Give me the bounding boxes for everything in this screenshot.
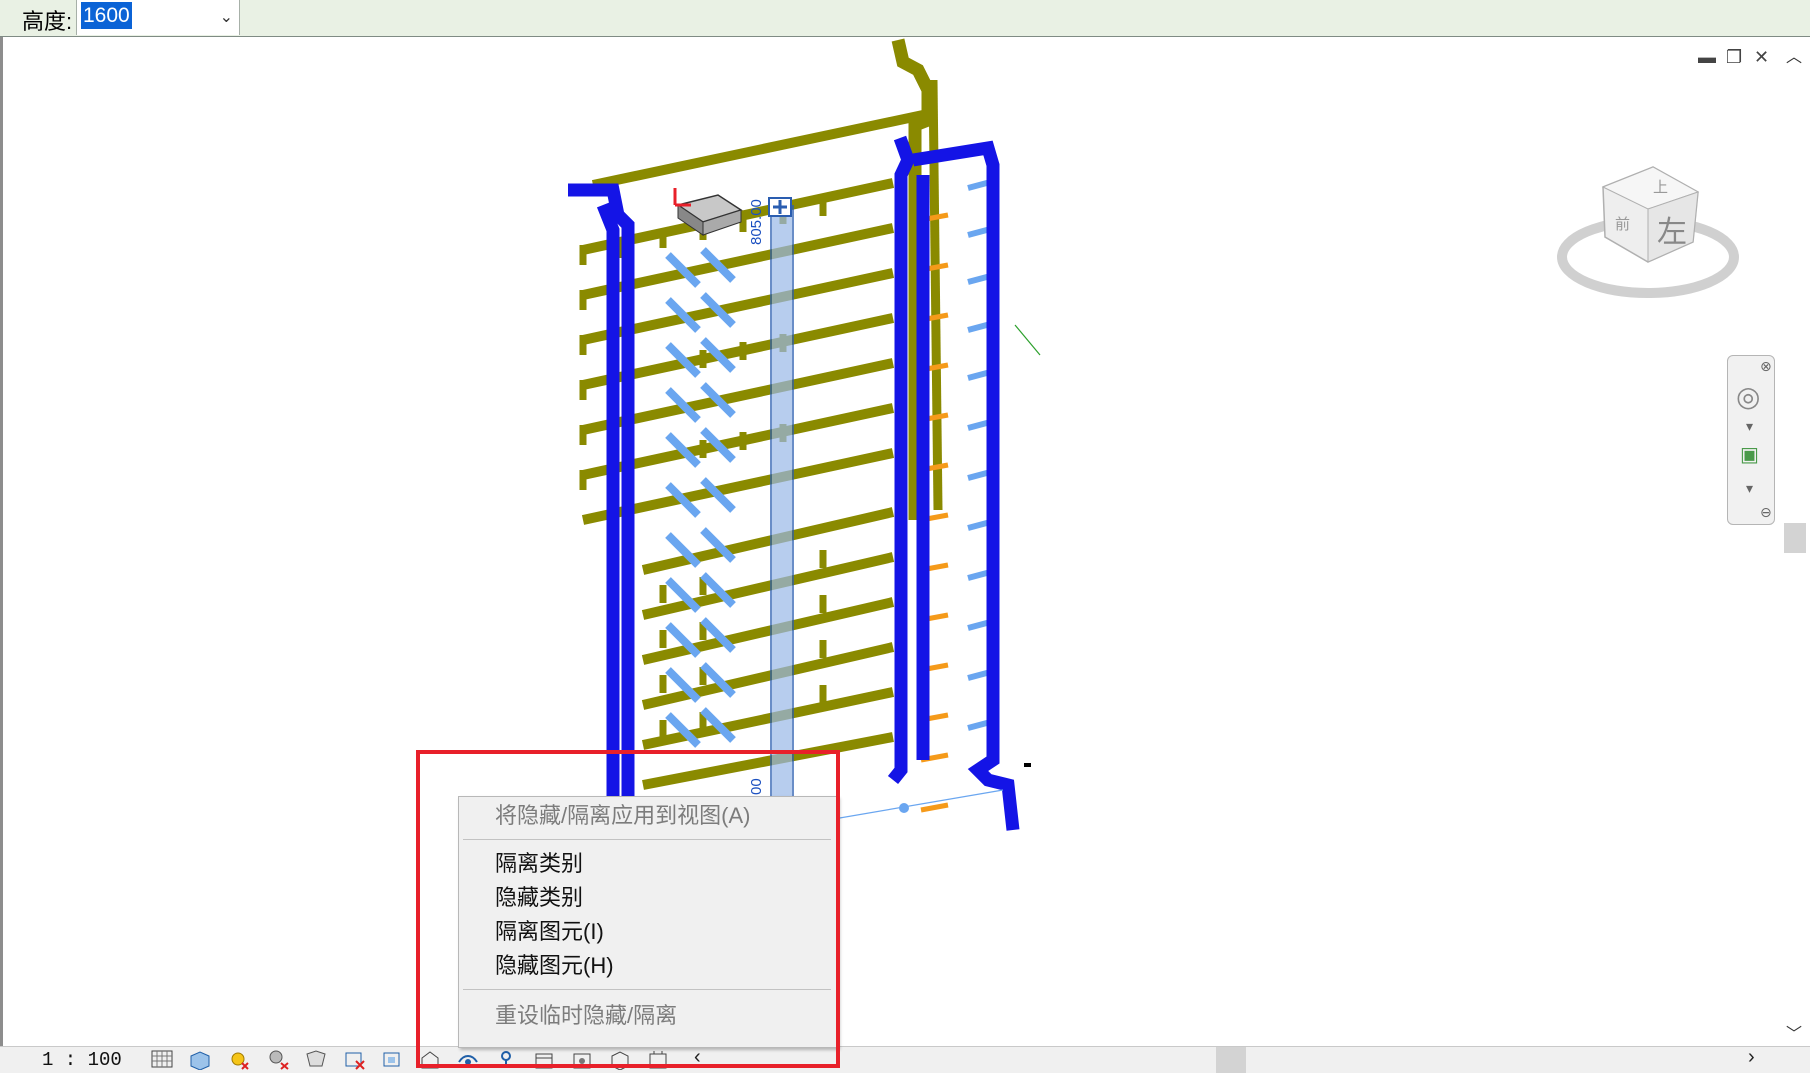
scroll-down-icon[interactable]: ﹀	[1786, 1020, 1802, 1044]
restore-icon[interactable]: ❐	[1726, 47, 1742, 67]
render-icon[interactable]	[304, 1048, 328, 1070]
viewcube-top-face: 上	[1653, 179, 1668, 196]
vertical-scrollbar[interactable]: ︿ ﹀	[1778, 37, 1810, 1046]
3d-view-canvas[interactable]: 805.00 00 ▬ ❐ ✕ 上 前 左 ⊗ ◎ ▾ ▣ ▾ ⊖	[0, 37, 1810, 1046]
detail-level-icon[interactable]	[150, 1048, 174, 1070]
pipe-model[interactable]: 805.00 00	[3, 37, 1810, 1046]
navigation-bar[interactable]: ⊗ ◎ ▾ ▣ ▾ ⊖	[1727, 355, 1775, 525]
horizontal-scrollbar-thumb[interactable]	[1216, 1047, 1246, 1073]
close-icon[interactable]: ✕	[1754, 47, 1769, 67]
height-value[interactable]: 1600	[81, 2, 132, 29]
scroll-right-icon[interactable]: ›	[1748, 1046, 1755, 1069]
chevron-down-icon[interactable]: ▾	[1746, 418, 1753, 435]
height-label: 高度:	[22, 9, 73, 34]
sun-path-icon[interactable]	[226, 1048, 250, 1070]
chevron-down-icon[interactable]: ⌄	[220, 7, 233, 27]
selected-pipe	[770, 205, 794, 807]
dimension-grip	[899, 803, 909, 813]
minimize-icon[interactable]: ▬	[1698, 47, 1716, 67]
view-control-bar: 1 : 100 ‹ ›	[0, 1046, 1810, 1073]
viewcube-front-face: 前	[1615, 216, 1630, 233]
nav-options-icon[interactable]: ⊖	[1760, 504, 1772, 521]
chevron-down-icon[interactable]: ▾	[1746, 480, 1753, 497]
shadows-icon[interactable]	[266, 1048, 290, 1070]
view-scale[interactable]: 1 : 100	[42, 1049, 122, 1071]
visual-style-icon[interactable]	[188, 1048, 212, 1070]
show-crop-region-icon[interactable]	[380, 1048, 404, 1070]
dimension-upper: 805.00	[748, 199, 765, 245]
viewcube-left-face: 左	[1657, 216, 1687, 249]
steering-wheel-icon[interactable]: ◎	[1736, 380, 1760, 413]
highlight-frame	[416, 750, 840, 1068]
scroll-up-icon[interactable]: ︿	[1786, 43, 1802, 67]
crop-view-icon[interactable]	[342, 1048, 366, 1070]
yellow-riser-2	[928, 79, 943, 511]
height-combobox[interactable]: 1600 ⌄	[76, 0, 240, 35]
viewcube[interactable]: 上 前 左	[1553, 147, 1743, 317]
zoom-region-icon[interactable]: ▣	[1740, 442, 1759, 467]
scrollbar-thumb[interactable]	[1784, 523, 1806, 553]
options-bar: 高度: 1600 ⌄	[0, 0, 1810, 37]
nav-close-icon[interactable]: ⊗	[1760, 358, 1772, 375]
